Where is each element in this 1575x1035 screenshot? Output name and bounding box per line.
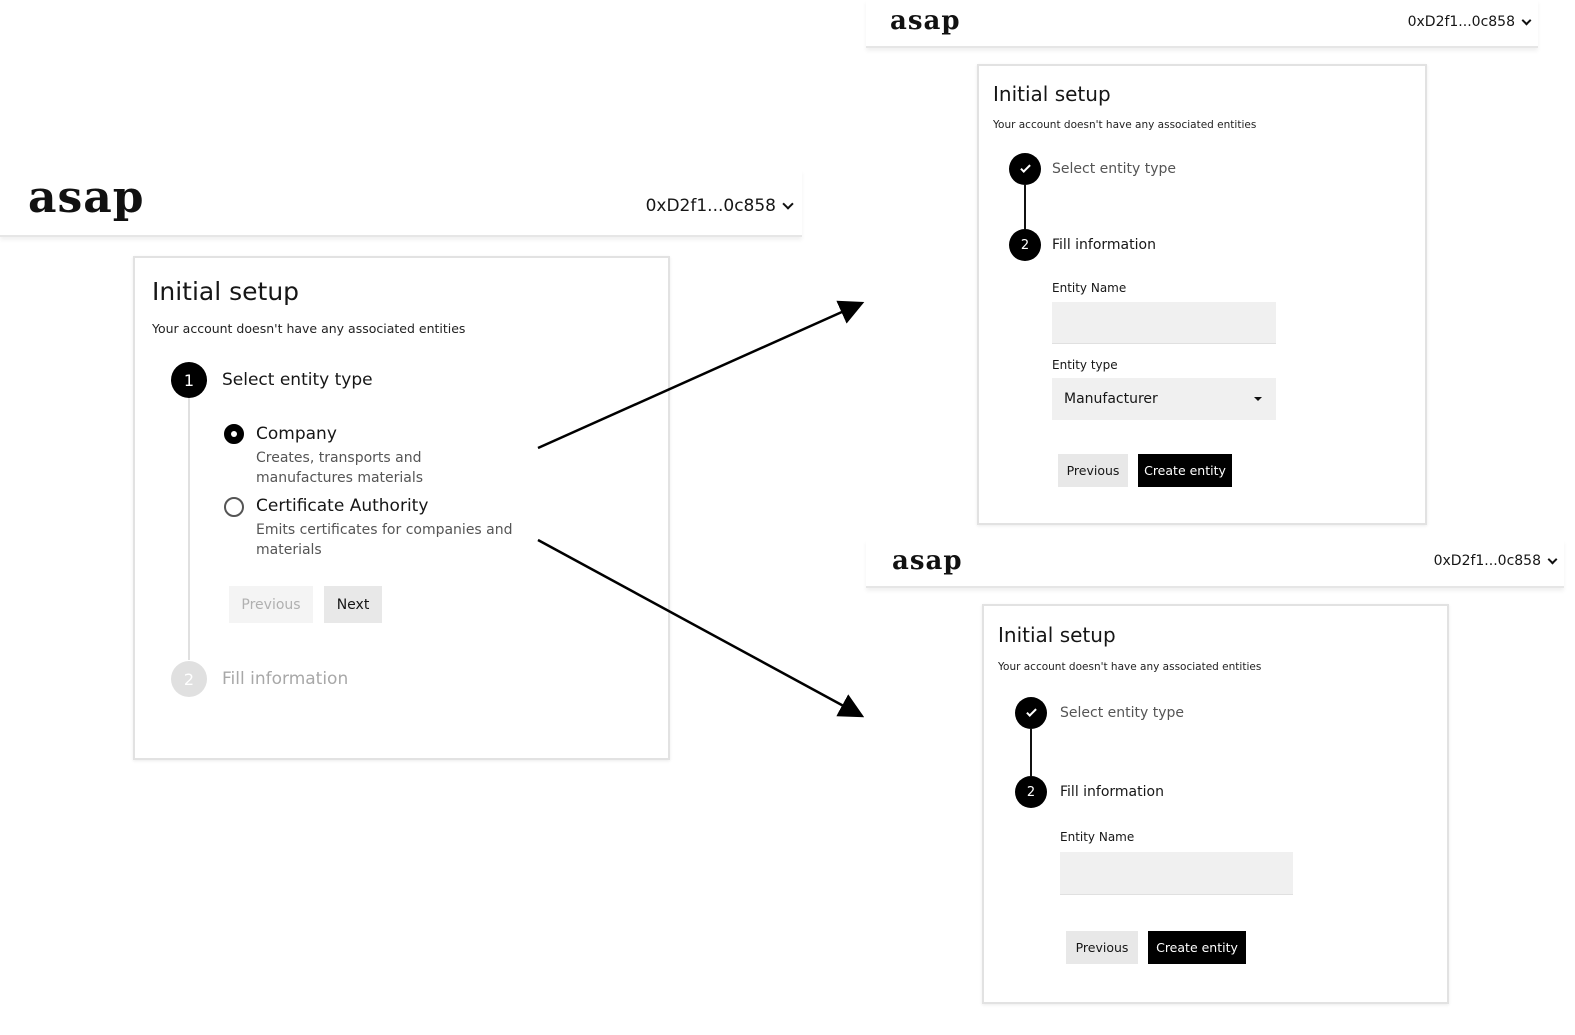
arrow-to-bottom-screen <box>537 538 865 718</box>
arrow-to-top-screen <box>537 300 865 450</box>
flow-arrows <box>537 300 865 718</box>
